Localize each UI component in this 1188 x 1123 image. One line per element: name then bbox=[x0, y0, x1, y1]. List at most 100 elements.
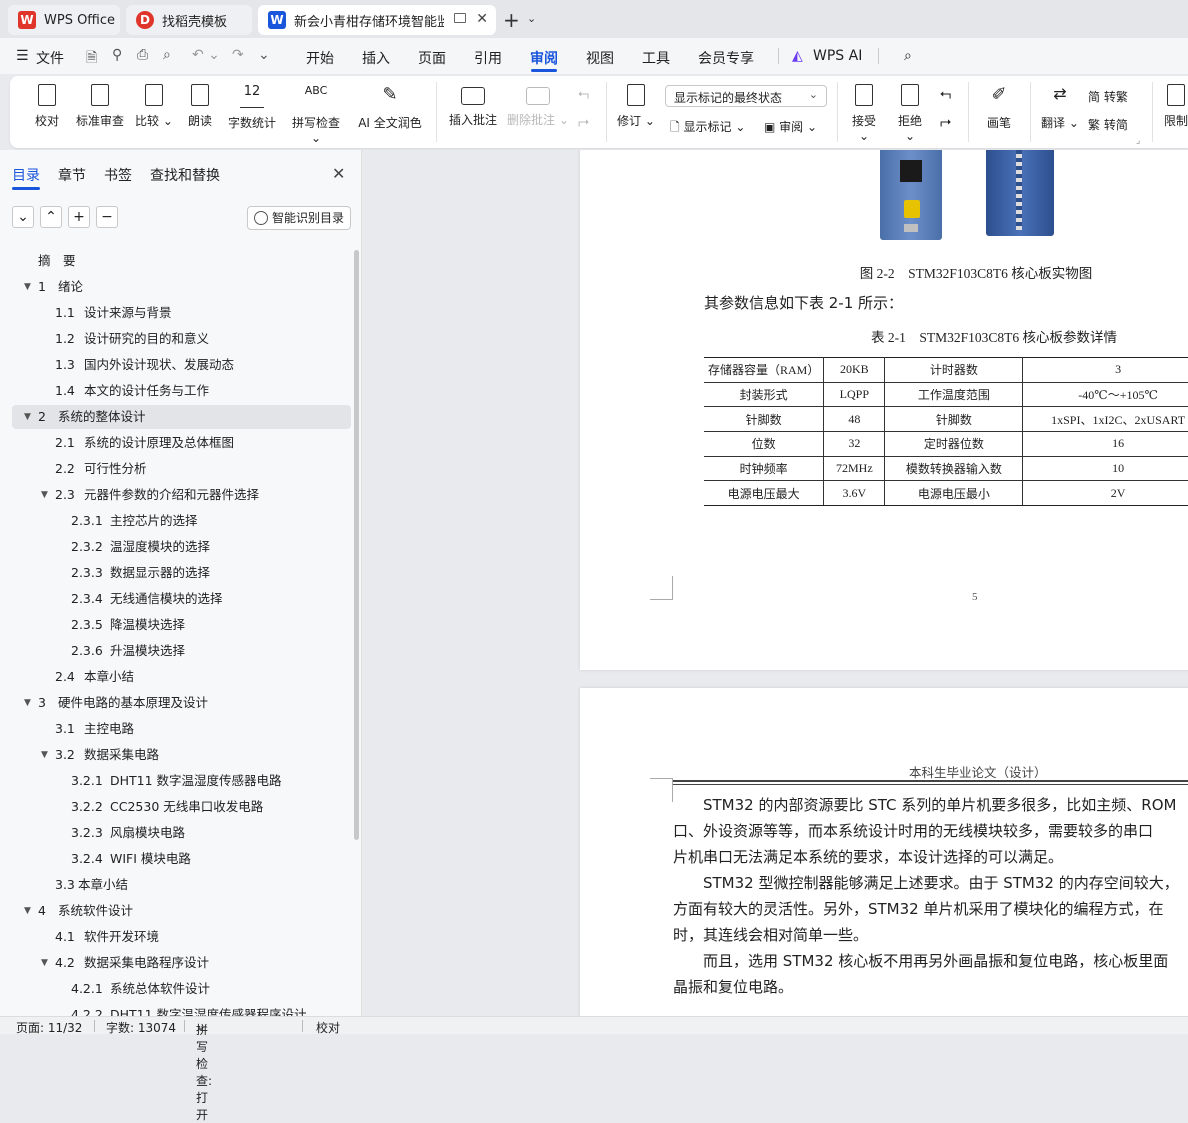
hamburger-icon[interactable]: ☰ bbox=[16, 48, 29, 64]
toc-item[interactable]: 1.4 本文的设计任务与工作 bbox=[0, 378, 350, 404]
spell-check-indicator[interactable]: 拼写检查: 打开 ⌄ bbox=[196, 1019, 212, 1122]
toc-item[interactable]: 1.3 国内外设计现状、发展动态 bbox=[0, 352, 350, 378]
remove-heading-button[interactable]: − bbox=[96, 206, 118, 228]
toc-item[interactable]: ▼ 2 系统的整体设计 bbox=[0, 404, 350, 430]
expand-arrow-icon[interactable]: ▼ bbox=[41, 950, 48, 976]
menu-member[interactable]: 会员专享 bbox=[698, 48, 754, 68]
toc-item[interactable]: 3.2.2 CC2530 无线串口收发电路 bbox=[0, 794, 350, 820]
toc-item[interactable]: 2.3.3 数据显示器的选择 bbox=[0, 560, 350, 586]
add-heading-button[interactable]: + bbox=[68, 206, 90, 228]
save-icon[interactable]: 🗎 bbox=[86, 47, 97, 71]
track-changes-button[interactable]: 修订 ⌄ bbox=[616, 84, 656, 129]
toc-item[interactable]: 3.1 主控电路 bbox=[0, 716, 350, 742]
expand-arrow-icon[interactable]: ▼ bbox=[41, 482, 48, 508]
new-tab-icon[interactable]: + bbox=[503, 8, 520, 32]
toc-item[interactable]: 1.2 设计研究的目的和意义 bbox=[0, 326, 350, 352]
translate-button[interactable]: ⇄ 翻译 ⌄ bbox=[1040, 84, 1080, 131]
show-markup-button[interactable]: 🗋 显示标记 ⌄ bbox=[670, 118, 745, 139]
tab-toc[interactable]: 目录 bbox=[12, 165, 40, 185]
undo-icon[interactable]: ↶ ⌄ bbox=[192, 47, 220, 63]
ai-polish-button[interactable]: ✎ AI 全文润色 bbox=[355, 84, 425, 131]
close-tab-icon[interactable]: ✕ bbox=[476, 11, 488, 27]
toc-item[interactable]: ▼ 3.2 数据采集电路 bbox=[0, 742, 350, 768]
insert-comment-button[interactable]: 插入批注 bbox=[447, 84, 499, 128]
toc-item[interactable]: ▼ 4 系统软件设计 bbox=[0, 898, 350, 924]
toc-item[interactable]: 1.1 设计来源与背景 bbox=[0, 300, 350, 326]
next-comment-icon[interactable]: ⮣ bbox=[578, 114, 589, 130]
tab-wps-office[interactable]: W WPS Office bbox=[8, 5, 120, 35]
review-pane-button[interactable]: ▣ 审阅 ⌄ bbox=[764, 118, 817, 135]
proofread-indicator[interactable]: 校对 bbox=[316, 1019, 340, 1036]
restrict-button[interactable]: 限制 bbox=[1160, 84, 1188, 129]
tab-bookmarks[interactable]: 书签 bbox=[104, 165, 132, 185]
menu-insert[interactable]: 插入 bbox=[362, 48, 390, 68]
prev-change-icon[interactable]: ⮢ bbox=[940, 86, 951, 102]
toc-item[interactable]: 3.3 本章小结 bbox=[0, 872, 350, 898]
toc-item[interactable]: 3.2.1 DHT11 数字温湿度传感器电路 bbox=[0, 768, 350, 794]
menu-file[interactable]: 文件 bbox=[36, 48, 64, 68]
collapse-up-button[interactable]: ⌃ bbox=[40, 206, 62, 228]
toc-item[interactable]: 2.4 本章小结 bbox=[0, 664, 350, 690]
menu-page[interactable]: 页面 bbox=[418, 48, 446, 68]
toc-item[interactable]: 4.2.1 系统总体软件设计 bbox=[0, 976, 350, 1002]
expand-arrow-icon[interactable]: ▼ bbox=[41, 742, 48, 768]
search-icon[interactable]: ⌕ bbox=[904, 48, 912, 64]
link-icon[interactable]: ⚲ bbox=[112, 47, 122, 63]
redo-icon[interactable]: ↷ bbox=[232, 47, 244, 63]
expand-arrow-icon[interactable]: ▼ bbox=[24, 274, 31, 300]
menu-wps-ai[interactable]: WPS AI bbox=[813, 48, 862, 64]
compare-button[interactable]: 比较 ⌄ bbox=[134, 84, 174, 129]
menu-tools[interactable]: 工具 bbox=[642, 48, 670, 68]
monitor-icon[interactable] bbox=[454, 13, 466, 23]
tab-chapters[interactable]: 章节 bbox=[58, 165, 86, 185]
expand-down-button[interactable]: ⌄ bbox=[12, 206, 34, 228]
reject-button[interactable]: 拒绝 ⌄ bbox=[892, 84, 928, 143]
toc-item[interactable]: 2.3.4 无线通信模块的选择 bbox=[0, 586, 350, 612]
standard-review-button[interactable]: 标准审查 bbox=[74, 84, 126, 129]
print-preview-icon[interactable]: ⌕ bbox=[163, 47, 171, 63]
accept-button[interactable]: 接受 ⌄ bbox=[846, 84, 882, 143]
toc-item[interactable]: 摘 要 bbox=[0, 248, 350, 274]
spell-check-button[interactable]: ABC 拼写检查 ⌄ bbox=[286, 84, 346, 145]
prev-comment-icon[interactable]: ⮢ bbox=[578, 86, 589, 102]
toc-item[interactable]: ▼ 3 硬件电路的基本原理及设计 bbox=[0, 690, 350, 716]
proofread-button[interactable]: 校对 bbox=[32, 84, 62, 129]
expand-arrow-icon[interactable]: ▼ bbox=[24, 690, 31, 716]
page-indicator[interactable]: 页面: 11/32 bbox=[16, 1019, 82, 1036]
toc-item[interactable]: 4.1 软件开发环境 bbox=[0, 924, 350, 950]
close-pane-icon[interactable]: ✕ bbox=[332, 164, 345, 183]
to-traditional-button[interactable]: 简 转繁 bbox=[1088, 88, 1128, 105]
expand-arrow-icon[interactable]: ▼ bbox=[24, 898, 31, 924]
toc-item[interactable]: ▼ 4.2 数据采集电路程序设计 bbox=[0, 950, 350, 976]
tab-list-chevron-icon[interactable]: ⌄ bbox=[527, 12, 536, 25]
more-chevron-icon[interactable]: ⌄ bbox=[258, 47, 270, 63]
toc-item[interactable]: 2.3.2 温湿度模块的选择 bbox=[0, 534, 350, 560]
menu-reference[interactable]: 引用 bbox=[474, 48, 502, 68]
print-icon[interactable]: ⎙ bbox=[137, 47, 148, 63]
menu-start[interactable]: 开始 bbox=[306, 48, 334, 68]
markup-state-dropdown[interactable]: 显示标记的最终状态 ⌄ bbox=[665, 85, 827, 107]
delete-comment-button[interactable]: 删除批注 ⌄ bbox=[507, 84, 569, 128]
ribbon-expand-icon[interactable]: ⌟ bbox=[1136, 136, 1140, 146]
menu-view[interactable]: 视图 bbox=[586, 48, 614, 68]
toc-scrollbar[interactable] bbox=[354, 250, 359, 840]
toc-item[interactable]: 2.2 可行性分析 bbox=[0, 456, 350, 482]
word-count-indicator[interactable]: 字数: 13074 bbox=[106, 1019, 176, 1036]
toc-item[interactable]: 2.1 系统的设计原理及总体框图 bbox=[0, 430, 350, 456]
toc-item[interactable]: 4.2.2 DHT11 数字温湿度传感器程序设计 bbox=[0, 1002, 350, 1016]
tab-find-replace[interactable]: 查找和替换 bbox=[150, 165, 220, 185]
tab-document[interactable]: W 新会小青柑存储环境智能监控 ✕ bbox=[258, 5, 496, 35]
toc-item[interactable]: ▼ 1 绪论 bbox=[0, 274, 350, 300]
pen-button[interactable]: ✐ 画笔 bbox=[982, 84, 1016, 131]
next-change-icon[interactable]: ⮣ bbox=[940, 114, 951, 130]
toc-item[interactable]: 2.3.6 升温模块选择 bbox=[0, 638, 350, 664]
toc-item[interactable]: ▼ 2.3 元器件参数的介绍和元器件选择 bbox=[0, 482, 350, 508]
read-aloud-button[interactable]: 朗读 bbox=[185, 84, 215, 129]
toc-item[interactable]: 3.2.4 WIFI 模块电路 bbox=[0, 846, 350, 872]
smart-toc-button[interactable]: 智能识别目录 bbox=[247, 206, 351, 230]
menu-review[interactable]: 审阅 bbox=[530, 48, 558, 68]
to-simplified-button[interactable]: 繁 转简 bbox=[1088, 116, 1128, 133]
word-count-button[interactable]: 12 字数统计 bbox=[226, 84, 278, 131]
toc-item[interactable]: 2.3.5 降温模块选择 bbox=[0, 612, 350, 638]
expand-arrow-icon[interactable]: ▼ bbox=[24, 404, 31, 430]
